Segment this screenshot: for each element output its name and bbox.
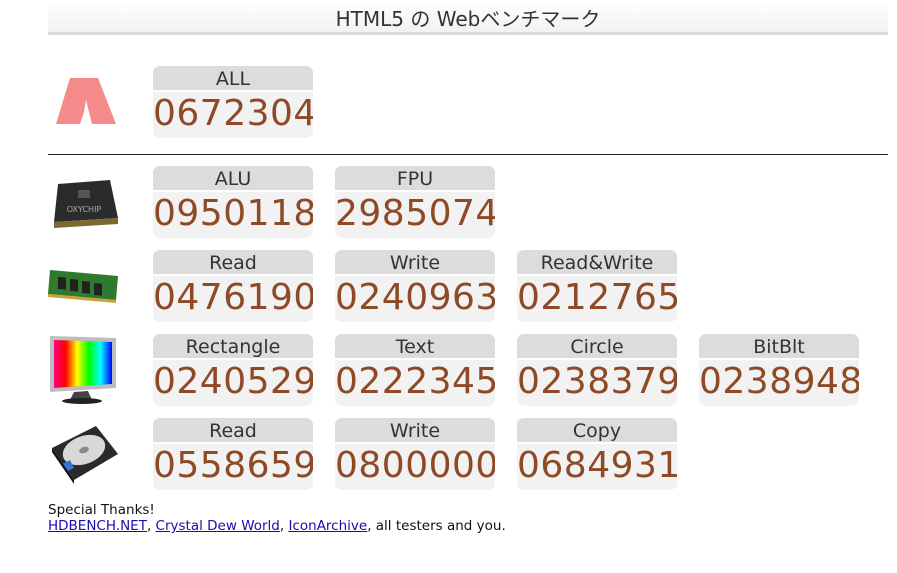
score-card-all: ALL 0672304 [153,66,313,138]
section-divider [48,154,888,155]
score-card-circle: Circle 0238379 [517,334,677,406]
score-card-rectangle: Rectangle 0240529 [153,334,313,406]
thanks-heading: Special Thanks! [48,502,155,518]
special-thanks: Special Thanks! HDBENCH.NET, Crystal Dew… [48,502,506,534]
card-label: Read [153,250,313,276]
link-separator: , [146,518,156,534]
card-value: 0950118 [153,193,313,234]
score-card-alu: ALU 0950118 [153,166,313,238]
score-card-fpu: FPU 2985074 [335,166,495,238]
card-label: BitBlt [699,334,859,360]
card-value: 0800000 [335,445,495,486]
link-hdbench[interactable]: HDBENCH.NET [48,518,147,534]
score-card-text: Text 0222345 [335,334,495,406]
thanks-tail: , all testers and you. [367,518,506,534]
card-value: 0212765 [517,277,677,318]
link-iconarchive[interactable]: IconArchive [288,518,367,534]
card-label: Rectangle [153,334,313,360]
hard-drive-icon [52,426,118,484]
header-bar: HTML5 の Webベンチマーク [48,0,888,35]
score-card-bitblt: BitBlt 0238948 [699,334,859,406]
benchmark-logo-icon [56,78,116,124]
card-label: Read [153,418,313,444]
score-card-disk-read: Read 0558659 [153,418,313,490]
card-value: 0222345 [335,361,495,402]
card-label: Write [335,250,495,276]
card-label: FPU [335,166,495,192]
score-card-memory-readwrite: Read&Write 0212765 [517,250,677,322]
card-label: Circle [517,334,677,360]
card-value: 0476190 [153,277,313,318]
card-label: ALL [153,66,313,92]
svg-text:OXYCHIP: OXYCHIP [67,205,102,214]
thanks-links: HDBENCH.NET, Crystal Dew World, IconArch… [48,518,506,534]
card-value: 0558659 [153,445,313,486]
card-value: 0238379 [517,361,677,402]
card-label: Write [335,418,495,444]
score-card-disk-copy: Copy 0684931 [517,418,677,490]
card-value: 2985074 [335,193,495,234]
card-label: Copy [517,418,677,444]
card-label: Read&Write [517,250,677,276]
page-title: HTML5 の Webベンチマーク [335,7,601,31]
card-label: ALU [153,166,313,192]
card-value: 0240529 [153,361,313,402]
card-value: 0672304 [153,93,313,134]
cpu-chip-icon: OXYCHIP [54,180,118,228]
link-crystal-dew-world[interactable]: Crystal Dew World [156,518,280,534]
card-value: 0240963 [335,277,495,318]
card-value: 0238948 [699,361,859,402]
memory-module-icon [48,270,118,303]
card-value: 0684931 [517,445,677,486]
score-card-disk-write: Write 0800000 [335,418,495,490]
card-label: Text [335,334,495,360]
monitor-icon [50,336,116,404]
score-card-memory-read: Read 0476190 [153,250,313,322]
score-card-memory-write: Write 0240963 [335,250,495,322]
